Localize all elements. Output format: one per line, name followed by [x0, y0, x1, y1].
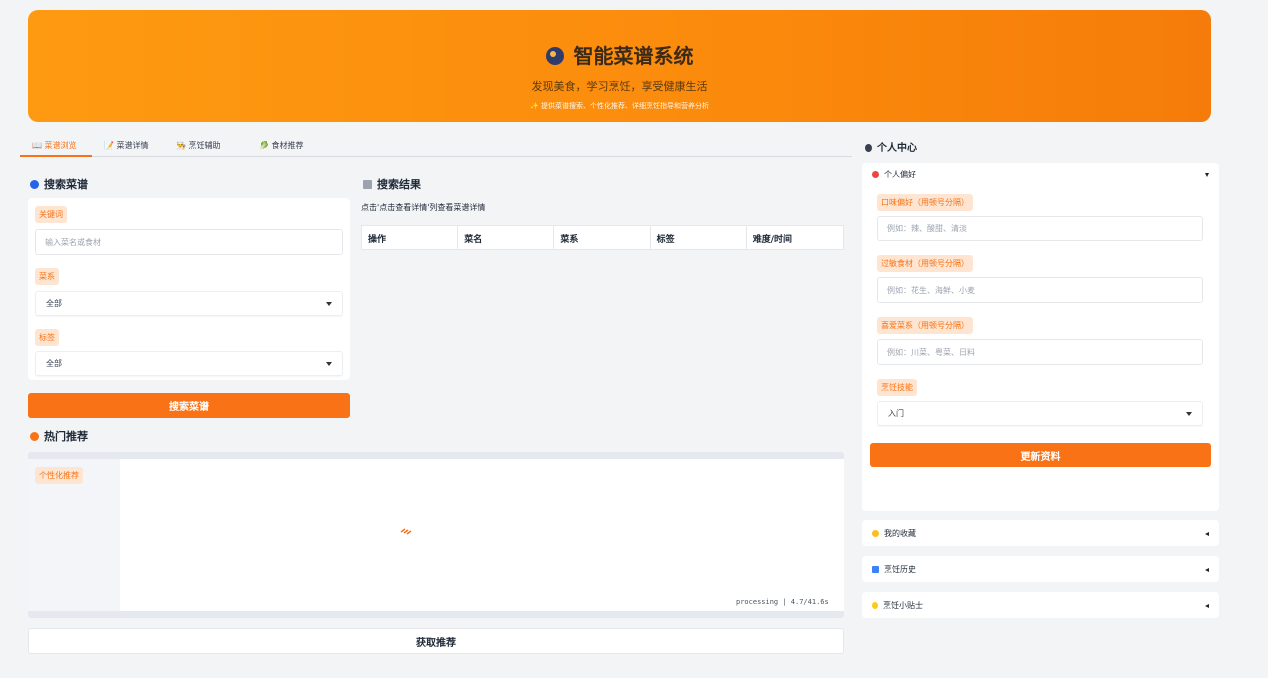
- tab-cooking-assist[interactable]: 👨‍🍳 烹饪辅助: [176, 140, 221, 151]
- column-header[interactable]: 菜名: [458, 226, 555, 249]
- column-header[interactable]: 标签: [651, 226, 747, 249]
- allergy-input[interactable]: 例如：花生、海鲜、小麦: [877, 277, 1203, 303]
- page-title: 智能菜谱系统: [28, 40, 1211, 69]
- cuisine-label: 菜系: [35, 268, 59, 285]
- tab-ingredient-recommend[interactable]: 🥬 食材推荐: [259, 140, 304, 151]
- allergy-label: 过敏食材（用顿号分隔）: [877, 255, 973, 272]
- favorite-cuisine-input[interactable]: 例如：川菜、粤菜、日料: [877, 339, 1203, 365]
- results-section-title: 搜索结果: [363, 176, 421, 192]
- search-section-title: 搜索菜谱: [30, 176, 88, 192]
- search-button[interactable]: 搜索菜谱: [28, 393, 350, 418]
- recommendation-output: [120, 459, 844, 611]
- history-accordion[interactable]: 烹饪历史: [862, 556, 1219, 582]
- chevron-down-icon: [1205, 172, 1209, 177]
- star-icon: [872, 530, 879, 537]
- keyword-label: 关键词: [35, 206, 67, 223]
- results-table: 操作 菜名 菜系 标签 难度/时间: [361, 225, 844, 250]
- recommendation-box: [28, 452, 844, 618]
- magnifier-icon: [545, 47, 564, 65]
- results-note: 点击'点击查看详情'列查看菜谱详情: [361, 203, 486, 212]
- get-recommendation-button[interactable]: 获取推荐: [28, 628, 844, 654]
- header-banner: 智能菜谱系统 发现美食，学习烹饪，享受健康生活 ✨ 提供菜谱搜索、个性化推荐、详…: [28, 10, 1211, 122]
- tag-select[interactable]: 全部: [35, 351, 343, 376]
- skill-select[interactable]: 入门: [877, 401, 1203, 426]
- column-header[interactable]: 操作: [362, 226, 459, 249]
- update-profile-button[interactable]: 更新资料: [870, 443, 1211, 467]
- chevron-down-icon: [326, 301, 332, 306]
- target-icon: [872, 171, 879, 178]
- keyword-input[interactable]: 输入菜名或食材: [35, 229, 343, 255]
- header-description: ✨ 提供菜谱搜索、个性化推荐、详细烹饪指导和营养分析: [530, 102, 709, 110]
- favorite-cuisine-label: 喜爱菜系（用顿号分隔）: [877, 317, 973, 334]
- hot-section-title: 热门推荐: [30, 428, 88, 444]
- header-subtitle: 发现美食，学习烹饪，享受健康生活: [531, 80, 708, 93]
- chevron-down-icon: [326, 361, 332, 366]
- processing-status: processing | 4.7/41.6s: [736, 598, 829, 606]
- column-header[interactable]: 菜系: [554, 226, 651, 249]
- column-header[interactable]: 难度/时间: [747, 226, 843, 249]
- chevron-left-icon: [1205, 531, 1209, 536]
- chevron-left-icon: [1205, 603, 1209, 608]
- taste-input[interactable]: 例如：辣、酸甜、清淡: [877, 216, 1203, 241]
- tab-recipe-browse[interactable]: 📖 菜谱浏览: [32, 140, 77, 151]
- chevron-down-icon: [1186, 411, 1192, 416]
- main-tabs: 📖 菜谱浏览 📝 菜谱详情 👨‍🍳 烹饪辅助 🥬 食材推荐: [20, 136, 852, 157]
- bar-chart-icon: [872, 566, 879, 573]
- tab-recipe-detail[interactable]: 📝 菜谱详情: [104, 140, 149, 151]
- loading-spinner-icon: [400, 528, 412, 535]
- tips-accordion[interactable]: 烹饪小贴士: [862, 592, 1219, 618]
- search-icon: [30, 180, 39, 189]
- cuisine-select[interactable]: 全部: [35, 291, 343, 316]
- profile-section-title: 个人中心: [865, 139, 917, 154]
- tag-label: 标签: [35, 329, 59, 346]
- chevron-left-icon: [1205, 567, 1209, 572]
- lightbulb-icon: [872, 602, 878, 609]
- taste-label: 口味偏好（用顿号分隔）: [877, 194, 973, 211]
- preferences-header[interactable]: 个人偏好: [872, 169, 1209, 180]
- personalized-label: 个性化推荐: [35, 467, 83, 484]
- user-icon: [865, 144, 872, 152]
- fire-icon: [30, 432, 39, 441]
- active-tab-indicator: [20, 155, 92, 157]
- skill-label: 烹饪技能: [877, 379, 917, 396]
- favorites-accordion[interactable]: 我的收藏: [862, 520, 1219, 546]
- clipboard-icon: [363, 180, 372, 189]
